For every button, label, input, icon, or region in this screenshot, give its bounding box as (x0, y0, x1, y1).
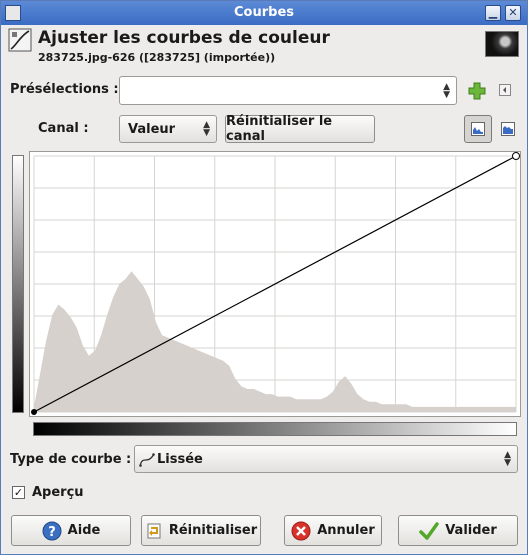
presets-label: Présélections : (10, 82, 119, 97)
linear-histogram-icon (471, 122, 485, 136)
log-histogram-icon (501, 122, 515, 136)
close-icon[interactable]: ✕ (505, 5, 521, 21)
channel-value: Valeur (128, 122, 176, 137)
add-preset-icon[interactable] (468, 82, 486, 100)
smooth-curve-icon (139, 453, 155, 467)
preview-label: Aperçu (32, 485, 84, 500)
updown-icon: ▲ ▼ (443, 81, 450, 100)
cancel-button[interactable]: Annuler (284, 515, 382, 546)
checkmark-icon (419, 521, 439, 540)
preset-menu-icon[interactable] (499, 84, 511, 96)
help-button[interactable]: ? Aide (11, 515, 131, 546)
cancel-label: Annuler (317, 523, 375, 538)
vertical-gradient-bar (12, 155, 24, 413)
reset-icon (147, 523, 161, 538)
log-histogram-button[interactable] (495, 115, 521, 143)
curve-point-end[interactable] (512, 152, 520, 160)
cancel-icon (291, 521, 311, 540)
curve-point-start[interactable] (31, 409, 37, 415)
reset-channel-button[interactable]: Réinitialiser le canal (225, 114, 375, 144)
channel-label-text: Canal : (38, 121, 89, 136)
ok-button[interactable]: Valider (398, 515, 518, 546)
channel-combo[interactable]: Valeur ▲ ▼ (119, 115, 217, 143)
title-bar[interactable]: Courbes ▁ ✕ (1, 1, 527, 25)
curve-graph[interactable] (29, 151, 521, 417)
curves-tool-icon (8, 28, 32, 52)
presets-combo[interactable]: ▲ ▼ (119, 76, 457, 105)
linear-histogram-button[interactable] (464, 115, 492, 143)
preview-checkbox[interactable]: ✓ (12, 486, 25, 499)
svg-text:?: ? (48, 525, 56, 540)
updown-icon: ▲ ▼ (203, 120, 210, 138)
image-thumbnail (485, 31, 519, 57)
reset-button[interactable]: Réinitialiser (141, 515, 261, 546)
help-icon: ? (42, 521, 62, 540)
curve-type-value: Lissée (157, 452, 203, 467)
reset-label: Réinitialiser (168, 523, 258, 538)
minimize-icon[interactable]: ▁ (485, 5, 501, 21)
curve-type-label: Type de courbe : (10, 452, 132, 467)
image-name: 283725.jpg-626 ([283725] (importée)) (38, 51, 276, 64)
dialog-title: Ajuster les courbes de couleur (38, 28, 330, 48)
horizontal-gradient-bar[interactable] (33, 422, 517, 436)
ok-label: Valider (445, 523, 497, 538)
curves-dialog: Courbes ▁ ✕ Ajuster les courbes de coule… (0, 0, 528, 555)
help-label: Aide (67, 523, 101, 538)
window-title: Courbes (234, 5, 294, 20)
reset-channel-label: Réinitialiser le canal (226, 114, 333, 144)
curve-type-combo[interactable]: Lissée ▲ ▼ (134, 445, 518, 473)
updown-icon: ▲ ▼ (504, 450, 511, 468)
channel-label: Canal : (38, 121, 89, 136)
